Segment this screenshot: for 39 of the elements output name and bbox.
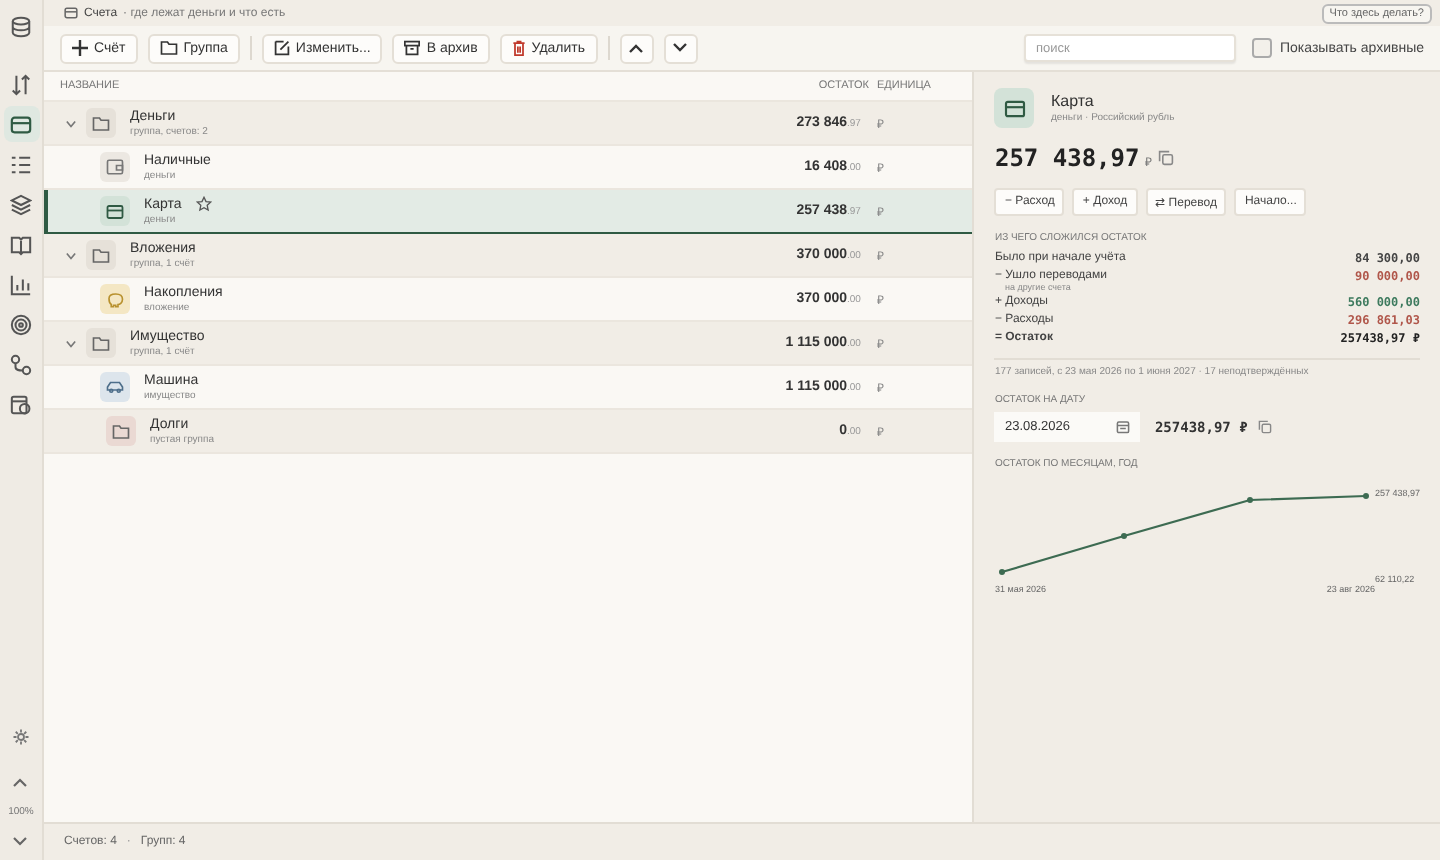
folder-icon xyxy=(86,328,116,358)
folder-icon xyxy=(159,40,178,56)
book-icon xyxy=(10,233,32,255)
copy-icon[interactable] xyxy=(1257,420,1272,434)
route-icon xyxy=(10,353,32,375)
zoom-in-chevron-icon[interactable] xyxy=(12,776,29,788)
star-icon[interactable] xyxy=(195,196,212,212)
folder-icon xyxy=(86,240,116,270)
folder-icon xyxy=(86,108,116,138)
account-title: Карта xyxy=(1050,92,1096,110)
settings-icon[interactable] xyxy=(11,728,30,746)
chevron-icon[interactable] xyxy=(65,339,75,347)
calendar-icon xyxy=(1116,420,1131,434)
card-icon xyxy=(106,203,124,219)
chevron-icon[interactable] xyxy=(65,251,75,259)
calendar-clock-icon xyxy=(10,393,32,415)
zoom-out-chevron-icon[interactable] xyxy=(12,836,29,848)
trash-icon xyxy=(511,40,526,56)
nav-button[interactable] xyxy=(3,106,39,142)
copy-icon[interactable] xyxy=(1157,150,1174,166)
database-icon xyxy=(10,15,32,37)
sort-arrows-icon xyxy=(10,73,32,95)
layers-icon xyxy=(10,193,32,215)
bar-chart-icon xyxy=(10,273,32,295)
edit-icon xyxy=(273,40,290,56)
list-icon xyxy=(10,153,32,175)
car-icon xyxy=(106,380,124,394)
chevron-icon[interactable] xyxy=(65,119,75,127)
chevron-down-icon xyxy=(672,42,689,54)
checkbox[interactable] xyxy=(1252,38,1272,58)
move-up-button[interactable] xyxy=(619,33,654,63)
balance-value: 257 438,97 xyxy=(994,144,1140,172)
target-icon xyxy=(10,313,32,335)
archive-icon xyxy=(404,40,421,56)
chevron-up-icon xyxy=(628,42,645,54)
move-down-button[interactable] xyxy=(663,33,698,63)
card-icon xyxy=(994,88,1035,128)
folder-icon xyxy=(106,416,136,446)
plus-icon xyxy=(72,40,88,56)
